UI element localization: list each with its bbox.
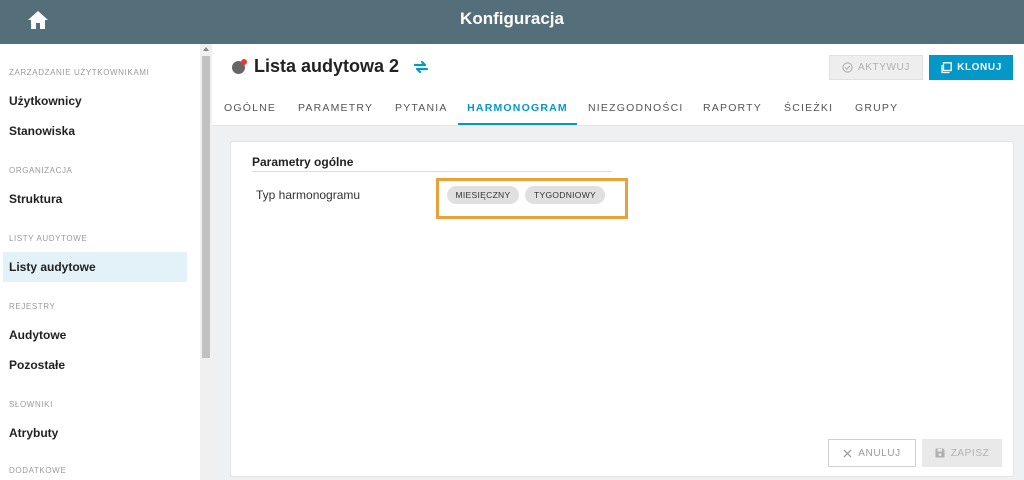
cancel-button[interactable]: ANULUJ [828,439,916,467]
check-circle-icon [842,62,853,73]
sidebar-section-audit-lists: LISTY AUDYTOWE [9,234,88,243]
top-bar: Konfiguracja [0,0,1024,44]
tab-parameters[interactable]: PARAMETRY [298,92,372,125]
close-icon [843,448,852,458]
tab-bar: OGÓLNE PARAMETRY PYTANIA HARMONOGRAM NIE… [212,92,1024,126]
app-title: Konfiguracja [460,9,564,28]
sidebar-section-dictionaries: SŁOWNIKI [9,400,53,409]
sidebar-section-registers: REJESTRY [9,302,56,311]
save-button[interactable]: ZAPISZ [922,439,1002,467]
tab-groups[interactable]: GRUPY [855,92,898,125]
sidebar-item-positions[interactable]: Stanowiska [3,116,187,146]
tab-paths[interactable]: ŚCIEŻKI [784,92,833,125]
sidebar-item-other[interactable]: Pozostałe [3,350,187,380]
sidebar-item-users[interactable]: Użytkownicy [3,86,187,116]
activate-button-label: AKTYWUJ [858,62,910,73]
status-dot-icon [232,59,247,74]
main-content: Lista audytowa 2 AKTYWUJ KLONUJ OGÓLNE P… [212,44,1024,480]
sidebar-section-additional: DODATKOWE [9,466,67,475]
swap-arrows-icon[interactable] [412,58,430,76]
section-divider [252,171,612,172]
option-weekly-chip[interactable]: TYGODNIOWY [525,186,605,204]
clone-button[interactable]: KLONUJ [929,55,1013,80]
tab-schedule[interactable]: HARMONOGRAM [458,92,577,125]
clone-button-label: KLONUJ [957,62,1002,73]
page-header: Lista audytowa 2 AKTYWUJ KLONUJ [212,44,1024,92]
sidebar-item-audit-registers[interactable]: Audytowe [3,320,187,350]
sidebar-item-structure[interactable]: Struktura [3,184,187,214]
sidebar-item-audit-lists[interactable]: Listy audytowe [3,252,187,282]
sidebar-section-organization: ORGANIZACJA [9,166,73,175]
sidebar-section-user-management: ZARZĄDZANIE UŻYTKOWNIKAMI [9,68,150,77]
scroll-thumb[interactable] [202,56,210,358]
tab-general[interactable]: OGÓLNE [224,92,275,125]
sidebar-item-attributes[interactable]: Atrybuty [3,418,187,448]
tab-nonconformities[interactable]: NIEZGODNOŚCI [588,92,682,125]
scroll-up-arrow-icon[interactable] [203,47,209,51]
schedule-type-label: Typ harmonogramu [256,188,361,202]
sidebar-scrollbar[interactable] [200,44,212,480]
page-title: Lista audytowa 2 [254,56,400,76]
activate-button[interactable]: AKTYWUJ [829,55,923,80]
tab-reports[interactable]: RAPORTY [703,92,761,125]
tab-questions[interactable]: PYTANIA [395,92,446,125]
save-button-label: ZAPISZ [950,447,990,459]
option-monthly-chip[interactable]: MIESIĘCZNY [447,186,519,204]
sidebar: ZARZĄDZANIE UŻYTKOWNIKAMI Użytkownicy St… [0,44,200,480]
clone-icon [941,61,952,73]
section-title: Parametry ogólne [252,155,354,169]
cancel-button-label: ANULUJ [858,447,901,459]
save-icon [935,448,945,458]
schedule-card: Parametry ogólne Typ harmonogramu MIESIĘ… [230,141,1014,477]
